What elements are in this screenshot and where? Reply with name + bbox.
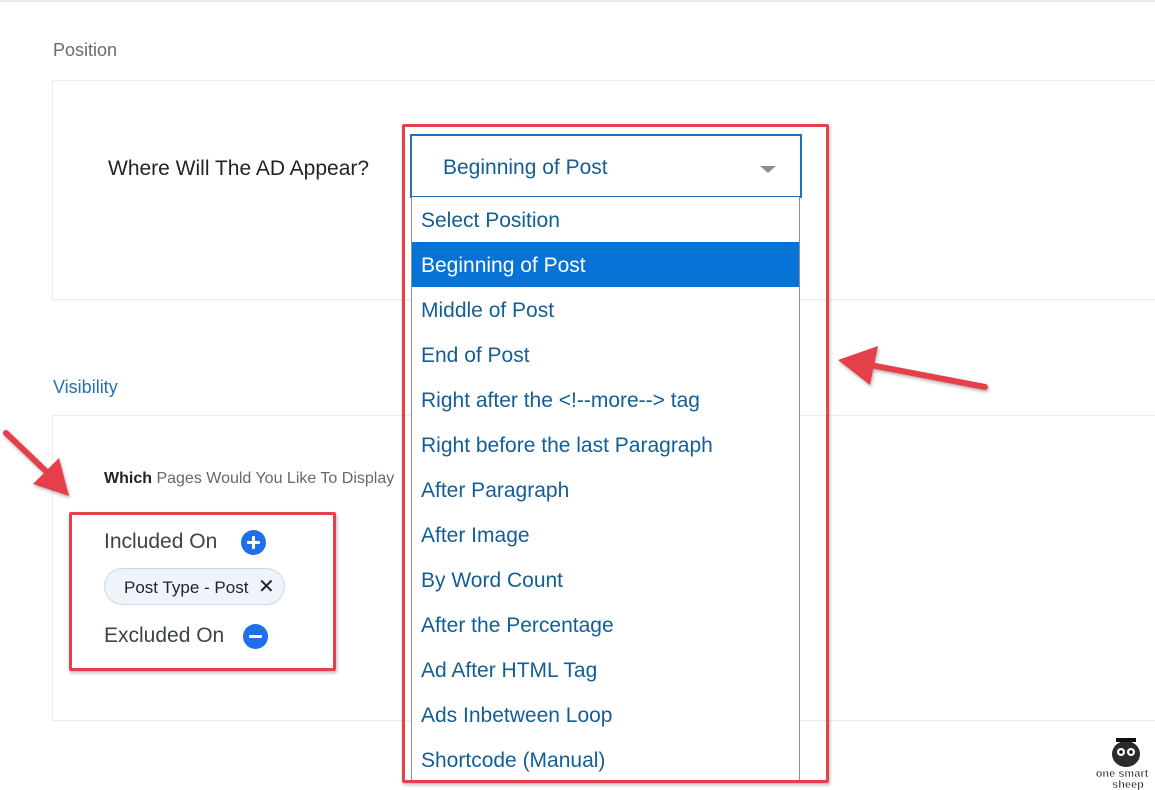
logo-line2: sheep bbox=[1112, 779, 1144, 790]
one-smart-sheep-logo: one smart sheep bbox=[1095, 738, 1149, 790]
annotation-highlight-visibility bbox=[69, 512, 336, 671]
ad-position-question: Where Will The AD Appear? bbox=[108, 157, 370, 180]
which-bold: Which bbox=[104, 470, 152, 487]
visibility-section-title: Visibility bbox=[53, 377, 118, 397]
arrow-pointing-dropdown bbox=[838, 346, 988, 390]
display-pages-question: Which Pages Would You Like To Display bbox=[104, 470, 410, 488]
which-rest: Pages Would You Like To Display bbox=[152, 470, 395, 487]
top-divider bbox=[0, 0, 1155, 2]
position-section-title: Position bbox=[53, 40, 118, 60]
annotation-highlight-dropdown bbox=[402, 124, 829, 783]
sheep-head bbox=[1112, 741, 1140, 767]
